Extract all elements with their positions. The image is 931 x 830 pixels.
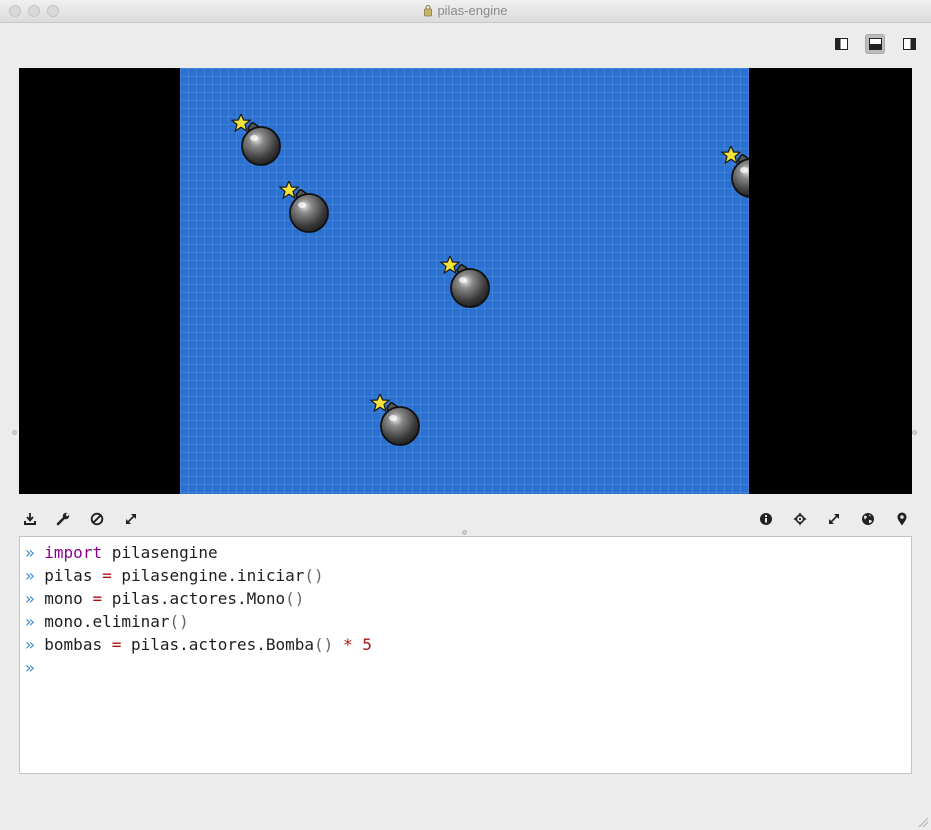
layout-bottom-panel-button[interactable] bbox=[865, 34, 885, 54]
bomb-actor[interactable] bbox=[439, 256, 491, 308]
expand-icon bbox=[829, 514, 839, 524]
bomb-actor[interactable] bbox=[278, 181, 330, 233]
code-operator: = bbox=[92, 589, 103, 608]
console-prompt: » bbox=[25, 589, 35, 608]
location-pin-icon bbox=[897, 512, 907, 526]
code-text: bombas bbox=[44, 635, 103, 654]
bomb-actor[interactable] bbox=[230, 114, 282, 166]
code-operator: * bbox=[342, 635, 353, 654]
code-text: pilas bbox=[44, 566, 93, 585]
code-operator: = bbox=[111, 635, 122, 654]
code-keyword: import bbox=[44, 543, 103, 562]
panel-bottom-icon bbox=[868, 38, 882, 50]
window-title: pilas-engine bbox=[437, 3, 508, 18]
code-number: 5 bbox=[362, 635, 372, 654]
code-punctuation: () bbox=[169, 612, 189, 631]
layout-left-panel-button[interactable] bbox=[831, 34, 851, 54]
physics-button[interactable] bbox=[859, 510, 877, 528]
python-console[interactable]: » import pilasengine » pilas = pilasengi… bbox=[19, 536, 912, 774]
info-icon bbox=[760, 513, 772, 525]
console-line: » bombas = pilas.actores.Bomba() * 5 bbox=[25, 633, 372, 656]
game-view[interactable] bbox=[19, 68, 912, 494]
fullscreen-button[interactable] bbox=[122, 510, 140, 528]
code-text: pilas.actores.Bomba bbox=[131, 635, 315, 654]
console-prompt: » bbox=[25, 658, 35, 677]
code-punctuation: () bbox=[314, 635, 334, 654]
splitter-handle[interactable] bbox=[12, 430, 17, 435]
app-icon bbox=[423, 4, 433, 20]
code-operator: = bbox=[102, 566, 112, 585]
console-line: » mono = pilas.actores.Mono() bbox=[25, 587, 304, 610]
code-punctuation: () bbox=[304, 566, 324, 585]
title-bar: pilas-engine bbox=[0, 0, 931, 23]
console-line: » import pilasengine bbox=[25, 541, 218, 564]
console-prompt: » bbox=[25, 612, 35, 631]
expand-icon bbox=[126, 514, 136, 524]
bomb-actor[interactable] bbox=[369, 394, 421, 446]
code-text: pilasengine bbox=[102, 543, 218, 562]
console-prompt: » bbox=[25, 635, 35, 654]
code-text: mono bbox=[44, 589, 83, 608]
bomb-actor[interactable] bbox=[720, 146, 749, 198]
code-text: pilasengine.iniciar bbox=[121, 566, 305, 585]
save-icon bbox=[24, 513, 36, 525]
game-canvas[interactable] bbox=[180, 68, 749, 494]
resize-grip-icon[interactable] bbox=[918, 817, 929, 828]
move-icon bbox=[793, 512, 807, 526]
console-prompt: » bbox=[25, 543, 35, 562]
sidebar-right-icon bbox=[902, 38, 916, 50]
save-button[interactable] bbox=[21, 510, 39, 528]
globe-icon bbox=[862, 513, 874, 525]
forbidden-icon bbox=[90, 512, 104, 526]
console-line: » pilas = pilasengine.iniciar() bbox=[25, 564, 324, 587]
stop-button[interactable] bbox=[88, 510, 106, 528]
expand-view-button[interactable] bbox=[825, 510, 843, 528]
code-text: pilas.actores.Mono bbox=[111, 589, 286, 608]
window-title-area: pilas-engine bbox=[0, 3, 931, 20]
info-button[interactable] bbox=[757, 510, 775, 528]
layout-right-panel-button[interactable] bbox=[899, 34, 919, 54]
console-line: » mono.eliminar() bbox=[25, 610, 189, 633]
splitter-handle[interactable] bbox=[912, 430, 917, 435]
settings-button[interactable] bbox=[54, 510, 72, 528]
console-input-line[interactable]: » bbox=[25, 656, 35, 679]
move-button[interactable] bbox=[791, 510, 809, 528]
code-text: mono.eliminar bbox=[44, 612, 170, 631]
wrench-icon bbox=[56, 512, 70, 526]
position-button[interactable] bbox=[893, 510, 911, 528]
console-prompt: » bbox=[25, 566, 35, 585]
code-punctuation: () bbox=[285, 589, 305, 608]
sidebar-left-icon bbox=[834, 38, 848, 50]
splitter-handle[interactable] bbox=[462, 530, 467, 535]
